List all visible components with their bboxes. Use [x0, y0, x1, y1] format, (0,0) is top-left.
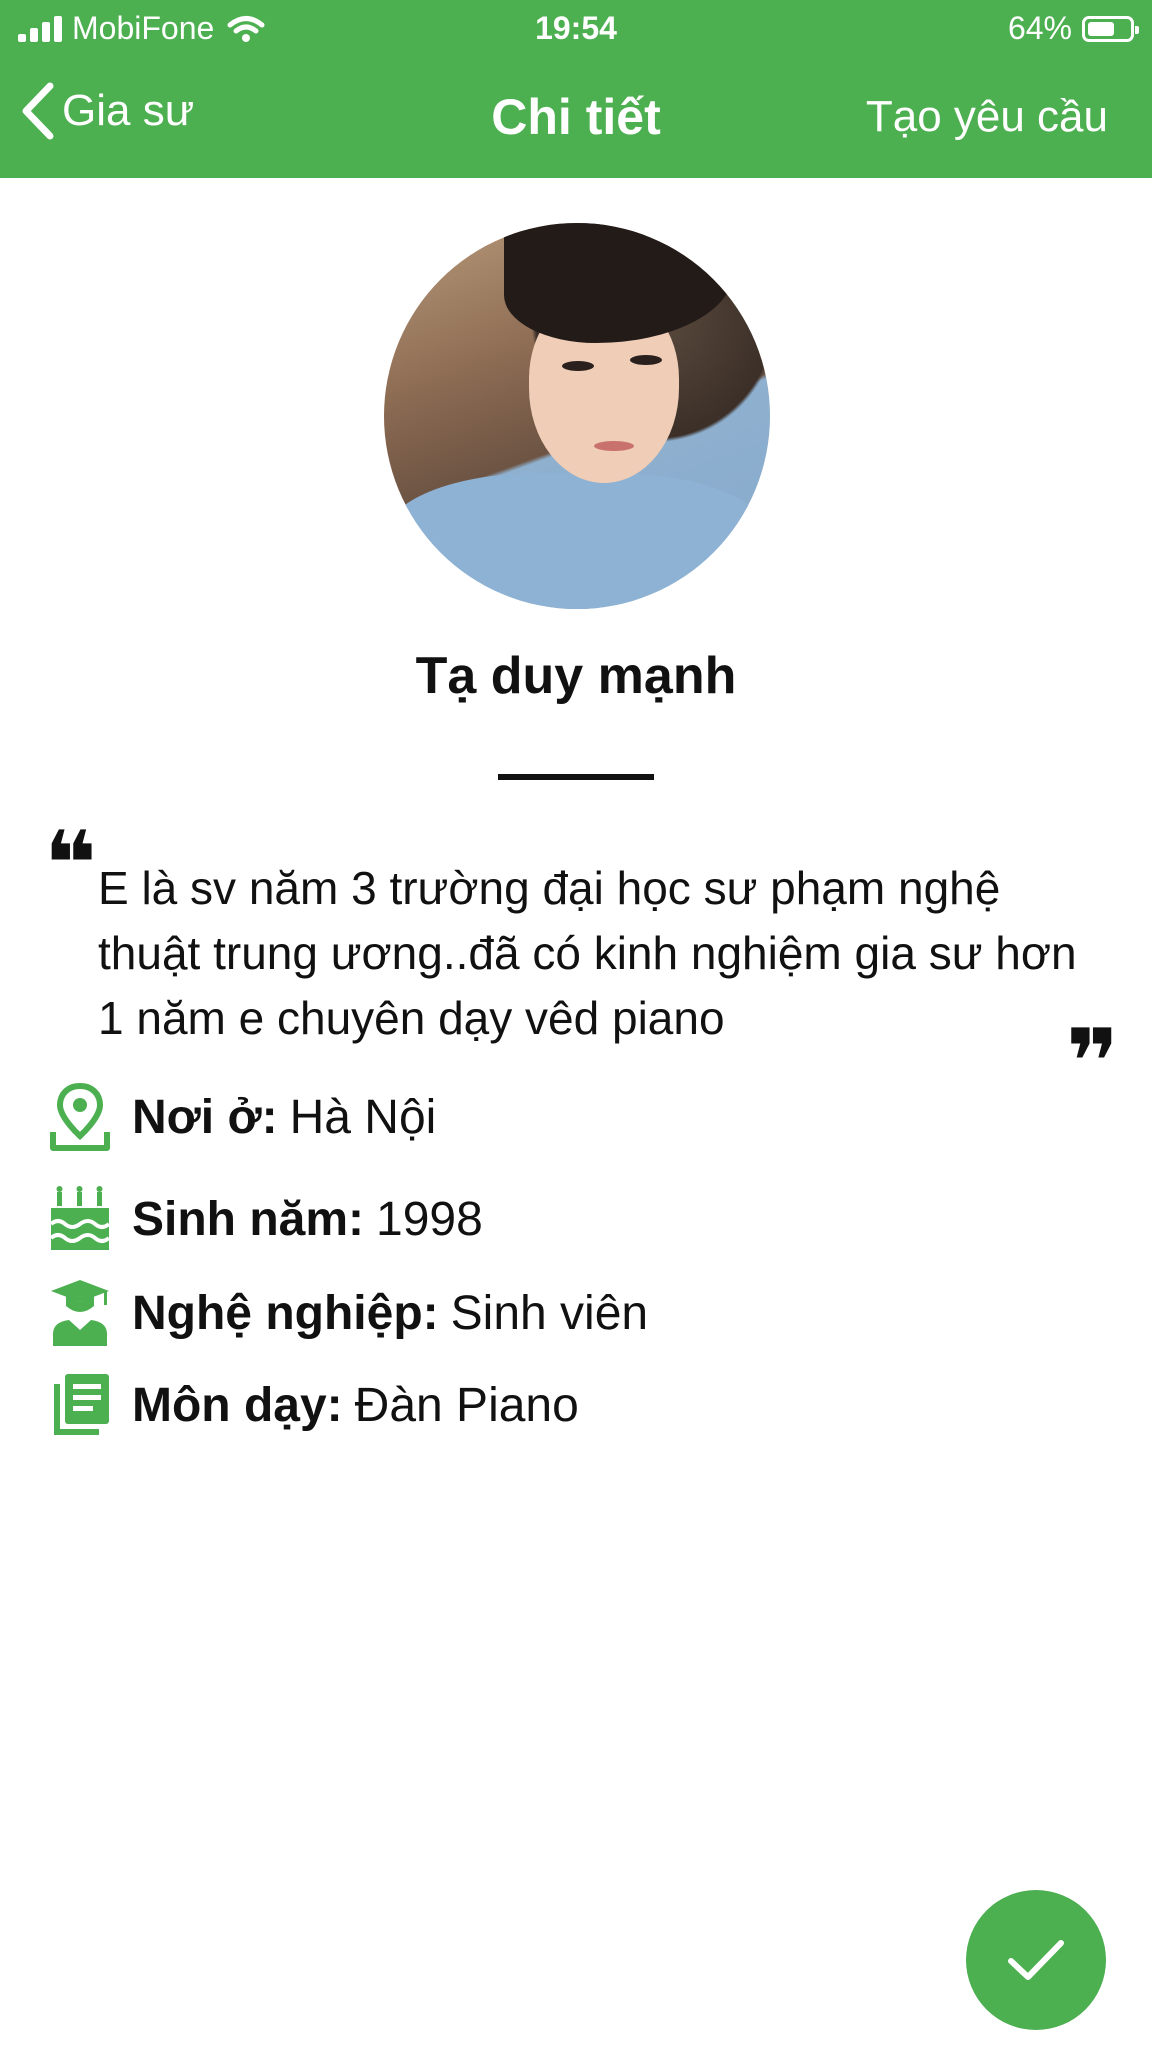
checkmark-icon: [1008, 1940, 1064, 1980]
avatar-shirt: [384, 473, 770, 609]
tutor-bio: E là sv năm 3 trường đại học sư phạm ngh…: [98, 862, 1077, 1044]
occupation-label: Nghệ nghiệp:: [132, 1286, 439, 1340]
residence-value: Hà Nội: [289, 1090, 437, 1144]
avatar-eye-left: [562, 361, 594, 371]
birth-year-label: Sinh năm:: [132, 1192, 365, 1246]
info-row-occupation: Nghệ nghiệp: Sinh viên: [44, 1278, 648, 1348]
info-row-birth-year: Sinh năm: 1998: [44, 1184, 483, 1254]
book-icon: [44, 1370, 116, 1440]
subject-value: Đàn Piano: [354, 1378, 579, 1432]
quote-close-icon: ❞: [1066, 1013, 1119, 1113]
status-bar: MobiFone 19:54 64%: [0, 0, 1152, 60]
status-time: 19:54: [535, 10, 617, 46]
status-right: 64%: [1007, 10, 1139, 47]
battery-fill: [1088, 21, 1114, 36]
birthday-cake-icon: [44, 1184, 116, 1254]
avatar: [384, 223, 770, 609]
create-request-button[interactable]: Tạo yêu cầu: [866, 92, 1108, 142]
battery-cap: [1135, 25, 1139, 34]
battery-icon: [1082, 15, 1139, 42]
location-icon: [44, 1082, 116, 1152]
occupation-value: Sinh viên: [450, 1286, 649, 1340]
tutor-name: Tạ duy mạnh: [415, 647, 737, 705]
info-row-residence: Nơi ở: Hà Nội: [44, 1082, 436, 1152]
battery-percent: 64%: [1007, 10, 1072, 46]
header: MobiFone 19:54 64% Gia sư Chi tiết Tạo y…: [0, 0, 1152, 178]
avatar-mouth: [594, 441, 634, 451]
avatar-hair: [504, 223, 734, 343]
info-row-subject: Môn dạy: Đàn Piano: [44, 1370, 579, 1440]
residence-label: Nơi ở:: [132, 1090, 278, 1144]
divider: [498, 774, 654, 780]
quote-open-icon: ❝: [44, 815, 97, 915]
graduate-icon: [44, 1278, 116, 1348]
subject-label: Môn dạy:: [132, 1378, 343, 1432]
confirm-button[interactable]: [966, 1890, 1106, 2030]
navigation-bar: Gia sư Chi tiết Tạo yêu cầu: [0, 70, 1152, 170]
birth-year-value: 1998: [376, 1192, 483, 1246]
avatar-eye-right: [630, 355, 662, 365]
